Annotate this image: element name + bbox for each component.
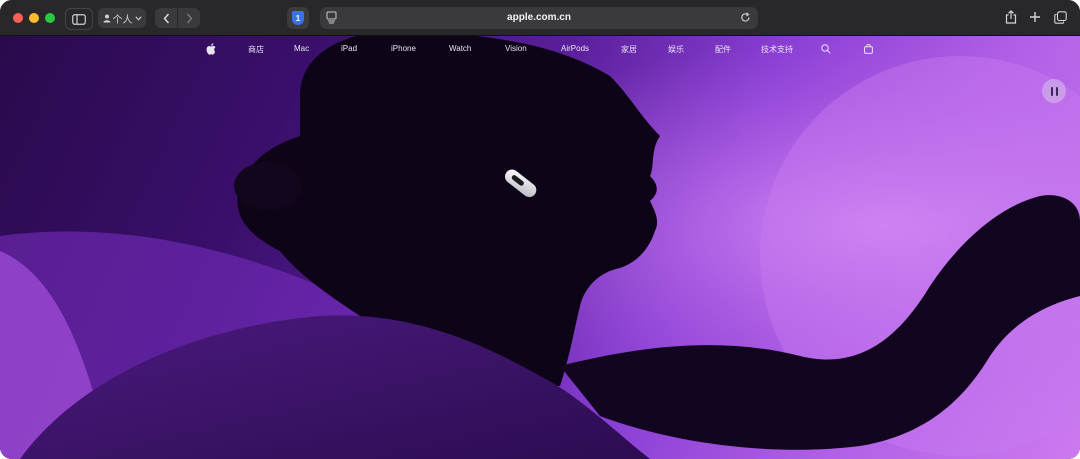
- sidebar-toggle-button[interactable]: [65, 8, 93, 30]
- back-button[interactable]: [155, 8, 177, 28]
- url-text: apple.com.cn: [507, 12, 571, 23]
- shield-icon: 1: [292, 11, 304, 25]
- apple-logo-icon[interactable]: [206, 43, 216, 55]
- nav-item-support[interactable]: 技术支持: [761, 44, 793, 55]
- nav-item-home[interactable]: 家居: [621, 44, 637, 55]
- nav-item-mac[interactable]: Mac: [294, 44, 309, 53]
- web-page: 商店 Mac iPad iPhone Watch Vision AirPods …: [0, 36, 1080, 459]
- share-icon: [1005, 10, 1017, 24]
- new-tab-button[interactable]: [1027, 9, 1043, 25]
- nav-item-watch[interactable]: Watch: [449, 44, 471, 53]
- nav-item-iphone[interactable]: iPhone: [391, 44, 416, 53]
- nav-item-entertainment[interactable]: 娱乐: [668, 44, 684, 55]
- share-button[interactable]: [1003, 9, 1019, 25]
- nav-item-airpods[interactable]: AirPods: [561, 44, 589, 53]
- chevron-left-icon: [163, 13, 169, 23]
- profile-button[interactable]: 个人: [98, 8, 146, 28]
- tabs-icon: [1053, 10, 1067, 24]
- search-icon[interactable]: [821, 44, 831, 54]
- tab-overview-button[interactable]: [1052, 9, 1068, 25]
- profile-label: 个人: [112, 14, 133, 26]
- close-window-button[interactable]: [13, 13, 23, 23]
- global-nav: 商店 Mac iPad iPhone Watch Vision AirPods …: [0, 36, 1080, 64]
- pause-icon: [1050, 86, 1053, 96]
- chevron-down-icon: [134, 15, 142, 21]
- zoom-window-button[interactable]: [45, 13, 55, 23]
- video-pause-button[interactable]: [1042, 79, 1066, 103]
- person-icon: [103, 14, 110, 22]
- forward-button[interactable]: [178, 8, 200, 28]
- safari-toolbar: 个人 1 apple.com.cn: [0, 0, 1080, 36]
- nav-item-ipad[interactable]: iPad: [341, 44, 357, 53]
- nav-item-store[interactable]: 商店: [248, 44, 264, 55]
- password-extension-button[interactable]: 1: [287, 7, 309, 29]
- chevron-right-icon: [186, 13, 192, 23]
- bag-icon[interactable]: [864, 44, 873, 54]
- minimize-window-button[interactable]: [29, 13, 39, 23]
- sidebar-icon: [72, 13, 86, 25]
- nav-item-vision[interactable]: Vision: [505, 44, 527, 53]
- browser-window: 个人 1 apple.com.cn 商店 Mac iPad iPhone Wat…: [0, 0, 1080, 459]
- address-bar[interactable]: apple.com.cn: [320, 7, 758, 29]
- plus-icon: [1030, 12, 1040, 22]
- reload-icon[interactable]: [740, 12, 751, 23]
- hero-image: [0, 36, 1080, 459]
- nav-item-accessories[interactable]: 配件: [715, 44, 731, 55]
